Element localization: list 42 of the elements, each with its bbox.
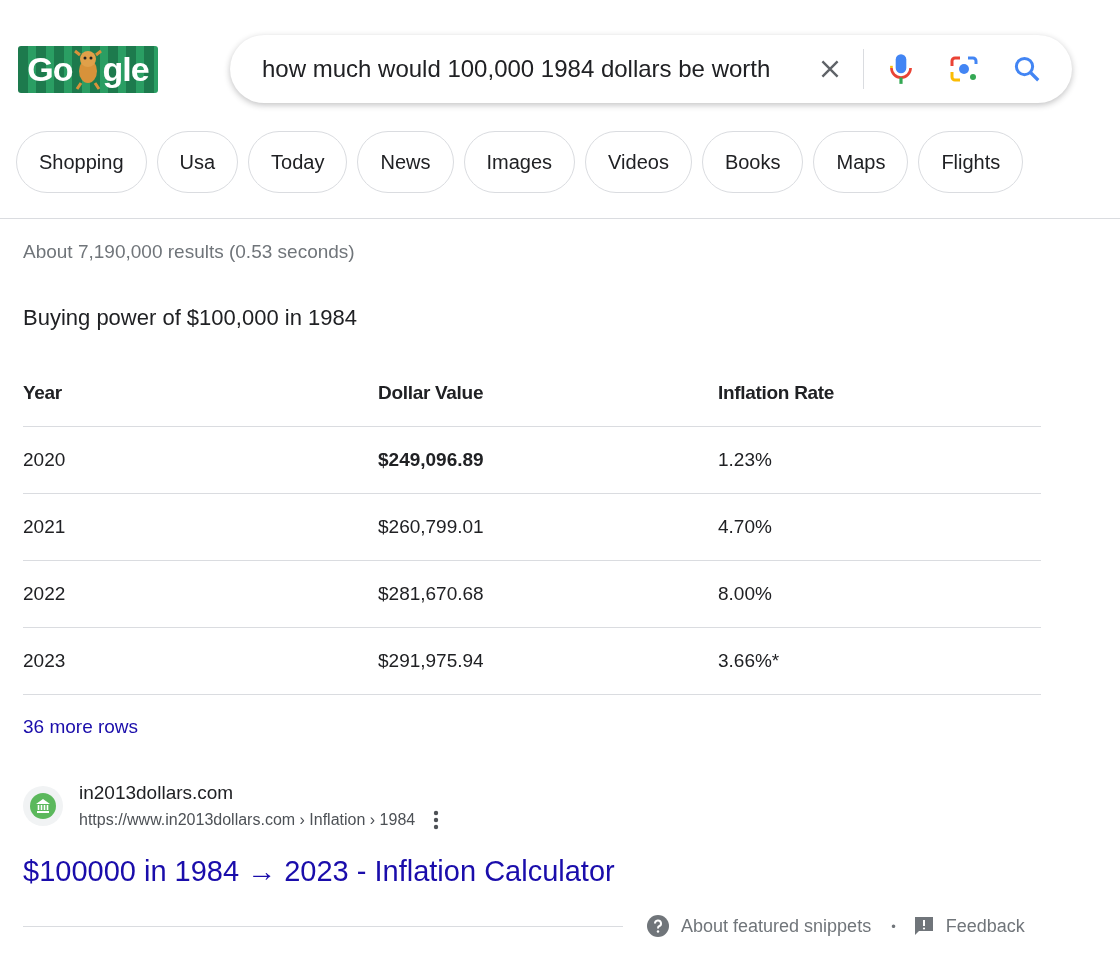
table-cell: 1.23% (718, 426, 1041, 494)
table-cell: 2023 (23, 627, 378, 695)
filter-chip[interactable]: Maps (813, 131, 909, 193)
bank-icon (30, 793, 56, 819)
filter-chip[interactable]: Images (463, 131, 576, 193)
table-cell: 2021 (23, 493, 378, 561)
table-cell: $281,670.68 (378, 560, 718, 628)
microphone-icon[interactable] (888, 52, 914, 86)
camera-icon[interactable] (948, 54, 980, 84)
search-field[interactable]: how much would 100,000 1984 dollars be worth (262, 55, 797, 83)
search-icon[interactable] (1012, 54, 1042, 84)
filter-chip[interactable]: Videos (585, 131, 692, 193)
column-header: Dollar Value (378, 360, 718, 427)
snippet-heading: Buying power of $100,000 in 1984 (23, 304, 358, 332)
site-name: in2013dollars.com (79, 781, 235, 805)
column-header: Inflation Rate (718, 360, 1041, 427)
filter-chip[interactable]: Today (248, 131, 348, 193)
table-cell: 8.00% (718, 560, 1041, 628)
table-cell: $291,975.94 (378, 627, 718, 695)
google-doodle-logo[interactable]: Go gle (18, 45, 158, 93)
filter-chip[interactable]: News (357, 131, 454, 193)
filter-chip[interactable]: Books (701, 131, 804, 193)
result-title-link[interactable]: $100000 in 1984 → 2023 - Inflation Calculator (23, 853, 615, 889)
filter-chip[interactable]: Flights (918, 131, 1024, 193)
table-cell: $260,799.01 (378, 493, 718, 561)
table-cell: 4.70% (718, 493, 1041, 561)
more-options-icon[interactable] (433, 810, 440, 830)
help-icon[interactable] (647, 915, 669, 937)
filter-chip[interactable]: Shopping (16, 131, 147, 193)
site-url: https://www.in2013dollars.com › Inflation › 1984 (79, 810, 416, 830)
column-header: Year (23, 360, 378, 427)
separator-dot: • (891, 918, 896, 934)
result-stats: About 7,190,000 results (0.53 seconds) (23, 240, 356, 264)
filter-chip[interactable]: Usa (156, 131, 239, 193)
feedback-icon[interactable] (913, 916, 934, 936)
about-snippets-link[interactable]: About featured snippets (681, 915, 872, 937)
table-cell: $249,096.89 (378, 426, 718, 494)
table-cell: 2022 (23, 560, 378, 628)
more-rows-link[interactable]: 36 more rows (23, 715, 139, 739)
table-cell: 2020 (23, 426, 378, 494)
table-cell: 3.66%* (718, 627, 1041, 695)
feedback-link[interactable]: Feedback (945, 915, 1025, 937)
